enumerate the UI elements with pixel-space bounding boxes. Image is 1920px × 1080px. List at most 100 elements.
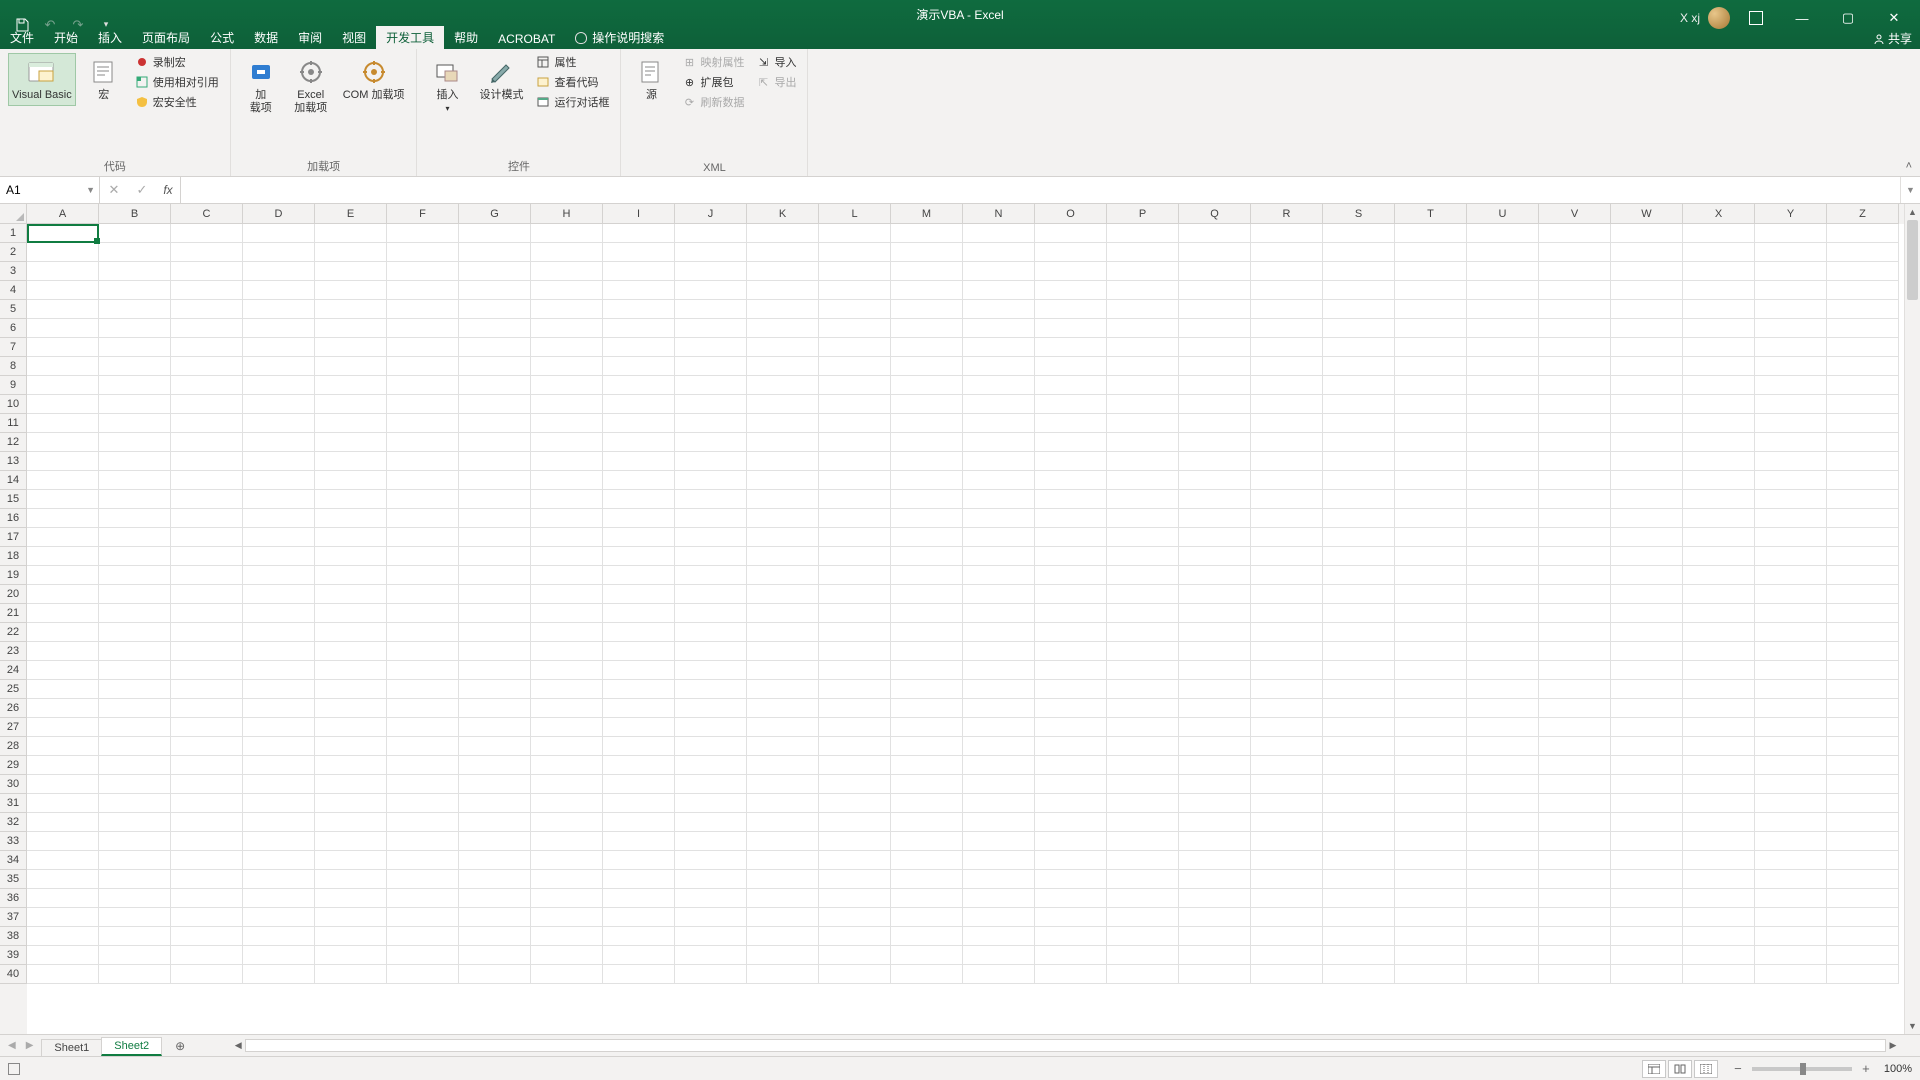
- cell[interactable]: [315, 357, 387, 376]
- cell[interactable]: [963, 490, 1035, 509]
- cell[interactable]: [1035, 566, 1107, 585]
- cell[interactable]: [1539, 395, 1611, 414]
- cell[interactable]: [963, 794, 1035, 813]
- cell[interactable]: [675, 490, 747, 509]
- cell[interactable]: [963, 566, 1035, 585]
- cell[interactable]: [603, 642, 675, 661]
- cell[interactable]: [963, 623, 1035, 642]
- macro-record-indicator-icon[interactable]: [8, 1063, 20, 1075]
- cell[interactable]: [1611, 262, 1683, 281]
- cell[interactable]: [315, 870, 387, 889]
- cell[interactable]: [1251, 452, 1323, 471]
- cell[interactable]: [1179, 946, 1251, 965]
- cell[interactable]: [1755, 376, 1827, 395]
- cell[interactable]: [1179, 547, 1251, 566]
- cell[interactable]: [1467, 490, 1539, 509]
- cell[interactable]: [243, 262, 315, 281]
- cell[interactable]: [1179, 623, 1251, 642]
- cell[interactable]: [1683, 243, 1755, 262]
- cell[interactable]: [603, 813, 675, 832]
- cell[interactable]: [819, 433, 891, 452]
- cell[interactable]: [1107, 737, 1179, 756]
- cell[interactable]: [1323, 452, 1395, 471]
- cell[interactable]: [387, 319, 459, 338]
- col-header-B[interactable]: B: [99, 204, 171, 224]
- row-header-30[interactable]: 30: [0, 775, 27, 794]
- cell[interactable]: [1323, 870, 1395, 889]
- cell[interactable]: [531, 471, 603, 490]
- cell[interactable]: [1539, 813, 1611, 832]
- cell[interactable]: [531, 699, 603, 718]
- cell[interactable]: [1107, 357, 1179, 376]
- tell-me-search[interactable]: 操作说明搜索: [565, 26, 674, 49]
- cell[interactable]: [1467, 737, 1539, 756]
- cell[interactable]: [27, 528, 99, 547]
- row-header-11[interactable]: 11: [0, 414, 27, 433]
- cell[interactable]: [1827, 661, 1899, 680]
- cell[interactable]: [1683, 566, 1755, 585]
- cell[interactable]: [531, 414, 603, 433]
- cell[interactable]: [675, 433, 747, 452]
- cell[interactable]: [1539, 243, 1611, 262]
- cell[interactable]: [819, 642, 891, 661]
- cell[interactable]: [387, 281, 459, 300]
- cell[interactable]: [1755, 338, 1827, 357]
- cell[interactable]: [819, 946, 891, 965]
- cell[interactable]: [603, 509, 675, 528]
- cell[interactable]: [171, 604, 243, 623]
- cell[interactable]: [99, 452, 171, 471]
- cell[interactable]: [459, 661, 531, 680]
- cell[interactable]: [531, 737, 603, 756]
- cell[interactable]: [675, 395, 747, 414]
- col-header-C[interactable]: C: [171, 204, 243, 224]
- cell[interactable]: [1467, 642, 1539, 661]
- cell[interactable]: [1611, 509, 1683, 528]
- cell[interactable]: [315, 642, 387, 661]
- cell[interactable]: [1467, 243, 1539, 262]
- cell[interactable]: [1683, 338, 1755, 357]
- cell[interactable]: [1539, 927, 1611, 946]
- cell[interactable]: [1827, 927, 1899, 946]
- cell[interactable]: [99, 414, 171, 433]
- row-header-37[interactable]: 37: [0, 908, 27, 927]
- cell[interactable]: [1107, 471, 1179, 490]
- cell[interactable]: [891, 224, 963, 243]
- cell[interactable]: [1323, 813, 1395, 832]
- cell[interactable]: [1107, 433, 1179, 452]
- cell[interactable]: [1755, 357, 1827, 376]
- cell[interactable]: [459, 794, 531, 813]
- cell[interactable]: [27, 661, 99, 680]
- cell[interactable]: [1611, 623, 1683, 642]
- cell[interactable]: [1107, 908, 1179, 927]
- cell[interactable]: [1035, 870, 1107, 889]
- cell[interactable]: [1539, 965, 1611, 984]
- cell[interactable]: [1251, 604, 1323, 623]
- cell[interactable]: [1755, 585, 1827, 604]
- cell[interactable]: [1395, 490, 1467, 509]
- cell[interactable]: [1179, 965, 1251, 984]
- cell[interactable]: [1539, 908, 1611, 927]
- cell[interactable]: [1827, 281, 1899, 300]
- cell[interactable]: [171, 908, 243, 927]
- cell[interactable]: [1611, 433, 1683, 452]
- cell[interactable]: [1323, 965, 1395, 984]
- cell[interactable]: [387, 623, 459, 642]
- cell[interactable]: [1827, 547, 1899, 566]
- cell[interactable]: [747, 414, 819, 433]
- cell[interactable]: [963, 300, 1035, 319]
- cell[interactable]: [315, 376, 387, 395]
- cell[interactable]: [1107, 338, 1179, 357]
- cell[interactable]: [1323, 851, 1395, 870]
- tab-公式[interactable]: 公式: [200, 26, 244, 49]
- cell[interactable]: [315, 528, 387, 547]
- cell[interactable]: [603, 756, 675, 775]
- cell[interactable]: [1179, 832, 1251, 851]
- cell[interactable]: [531, 908, 603, 927]
- cell[interactable]: [531, 604, 603, 623]
- cell[interactable]: [1251, 680, 1323, 699]
- cell[interactable]: [891, 262, 963, 281]
- cell[interactable]: [1683, 870, 1755, 889]
- cell[interactable]: [1251, 851, 1323, 870]
- cell[interactable]: [1035, 509, 1107, 528]
- insert-control-button[interactable]: 插入▾: [425, 53, 469, 119]
